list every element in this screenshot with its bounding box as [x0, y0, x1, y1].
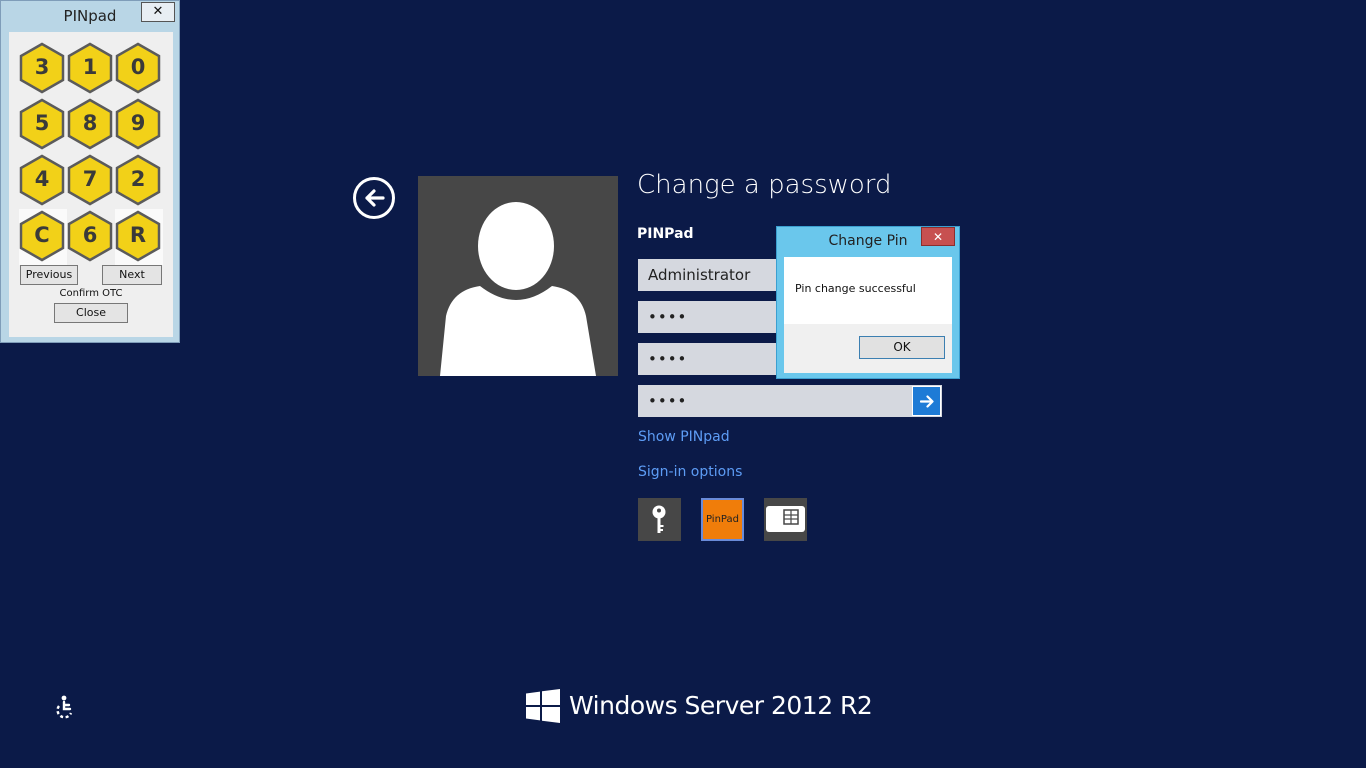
show-pinpad-link[interactable]: Show PINpad	[638, 429, 730, 445]
pinpad-window: PINpad ✕ 3 1 0 5 8 9 4 7 2 C 6 R Previou…	[0, 0, 180, 343]
confirm-pin-field[interactable]: ••••	[638, 385, 942, 417]
sign-in-option-key[interactable]	[638, 498, 681, 541]
ok-button[interactable]: OK	[859, 336, 945, 359]
user-avatar	[418, 176, 618, 376]
key-icon	[652, 505, 666, 533]
user-silhouette-icon	[440, 202, 596, 376]
arrow-right-icon	[920, 395, 934, 408]
dialog-close-button[interactable]: ✕	[921, 227, 955, 246]
pinpad-key[interactable]: 7	[67, 153, 115, 209]
pinpad-key[interactable]: 1	[67, 41, 115, 97]
dialog-body: Pin change successful OK	[784, 257, 952, 373]
pinpad-key[interactable]: 3	[19, 41, 67, 97]
pinpad-key[interactable]: 9	[115, 97, 163, 153]
pinpad-body: 3 1 0 5 8 9 4 7 2 C 6 R Previous Next Co…	[9, 32, 173, 337]
windows-logo-icon	[526, 689, 560, 723]
pinpad-key-clear[interactable]: C	[19, 209, 67, 265]
windows-server-brand: Windows Server 2012 R2	[526, 688, 873, 724]
previous-button[interactable]: Previous	[20, 265, 78, 285]
pinpad-keygrid: 3 1 0 5 8 9 4 7 2 C 6 R	[19, 41, 163, 265]
pinpad-key-label: 0	[130, 55, 146, 79]
sign-in-options-link[interactable]: Sign-in options	[638, 464, 742, 480]
pinpad-key-label: 9	[130, 111, 146, 135]
dialog-footer: OK	[784, 324, 952, 373]
pinpad-key[interactable]: 8	[67, 97, 115, 153]
pinpad-key-label: 5	[34, 111, 50, 135]
smart-card-icon	[766, 506, 805, 532]
ease-of-access-icon[interactable]	[50, 694, 78, 724]
pinpad-key-label: 7	[82, 167, 98, 191]
back-button[interactable]	[353, 177, 395, 219]
pinpad-key-label: C	[34, 223, 50, 247]
pinpad-key[interactable]: 0	[115, 41, 163, 97]
submit-button[interactable]	[912, 386, 941, 416]
credential-provider-name: PINPad	[637, 226, 694, 242]
pinpad-key[interactable]: 6	[67, 209, 115, 265]
pinpad-key-label: R	[129, 223, 147, 247]
pinpad-key[interactable]: 2	[115, 153, 163, 209]
dialog-message: Pin change successful	[795, 282, 916, 295]
back-arrow-icon	[365, 189, 385, 207]
pinpad-key-label: 1	[82, 55, 98, 79]
page-title: Change a password	[637, 170, 892, 200]
pinpad-key-label: 6	[82, 223, 98, 247]
pinpad-close-button[interactable]: ✕	[141, 2, 175, 22]
confirm-otc-label: Confirm OTC	[59, 288, 123, 299]
pinpad-key-label: 4	[34, 167, 50, 191]
pinpad-key[interactable]: 4	[19, 153, 67, 209]
pinpad-key-label: 3	[34, 55, 50, 79]
change-pin-dialog: Change Pin ✕ Pin change successful OK	[776, 226, 960, 379]
pinpad-key-label: 8	[82, 111, 98, 135]
next-button[interactable]: Next	[102, 265, 162, 285]
pinpad-key-reset[interactable]: R	[115, 209, 163, 265]
sign-in-option-smart-card[interactable]	[764, 498, 807, 541]
pinpad-key[interactable]: 5	[19, 97, 67, 153]
pinpad-key-label: 2	[130, 167, 146, 191]
sign-in-option-pinpad[interactable]: PinPad	[701, 498, 744, 541]
brand-text: Windows Server 2012 R2	[569, 691, 873, 720]
close-button[interactable]: Close	[54, 303, 128, 323]
